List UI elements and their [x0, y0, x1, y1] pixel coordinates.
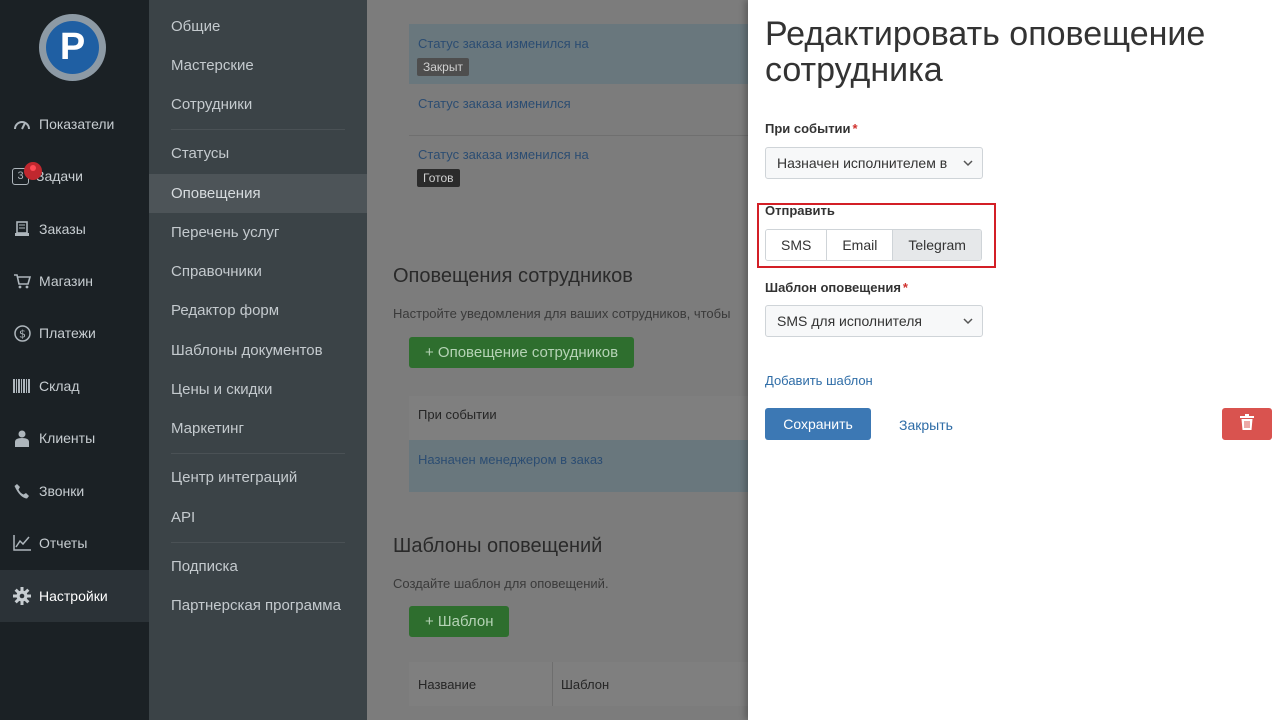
section-description: Настройте уведомления для ваших сотрудни…: [393, 306, 731, 321]
nav-label: Отчеты: [39, 535, 88, 551]
phone-icon: [12, 481, 32, 501]
required-marker: *: [852, 121, 858, 136]
table-row: Назначен менеджером в заказ: [409, 440, 748, 492]
submenu-general[interactable]: Общие: [149, 7, 367, 46]
column-header-event: При событии: [418, 407, 497, 422]
orders-icon: [12, 219, 32, 239]
settings-submenu: Общие Мастерские Сотрудники Статусы Опов…: [149, 0, 367, 720]
templates-table-header: Название Шаблон: [409, 662, 748, 706]
status-row-link[interactable]: Статус заказа изменился: [418, 96, 571, 111]
add-employee-notification-button[interactable]: + Оповещение сотрудников: [409, 337, 635, 368]
nav-calls[interactable]: Звонки: [0, 465, 149, 517]
main-content: Статус заказа изменился на Закрыт Статус…: [367, 0, 748, 720]
submenu-directories[interactable]: Справочники: [149, 252, 367, 291]
template-label: Шаблон оповещения *: [765, 280, 908, 295]
nav-shop[interactable]: Магазин: [0, 255, 149, 307]
submenu-statuses[interactable]: Статусы: [149, 134, 367, 173]
nav-tasks[interactable]: 3 Задачи: [0, 150, 149, 202]
main-sidebar: P Показатели 3 Задачи Заказы Магазин $ П…: [0, 0, 149, 720]
nav-label: Задачи: [36, 168, 84, 184]
submenu-divider: [171, 129, 345, 130]
submenu-doc-templates[interactable]: Шаблоны документов: [149, 331, 367, 370]
section-description: Создайте шаблон для оповещений.: [393, 576, 609, 591]
submenu-workshops[interactable]: Мастерские: [149, 46, 367, 85]
nav-label: Настройки: [39, 588, 108, 604]
submenu-subscription[interactable]: Подписка: [149, 547, 367, 586]
edit-notification-panel: Редактировать оповещение сотрудника При …: [748, 0, 1280, 720]
add-template-button[interactable]: + Шаблон: [409, 606, 510, 637]
nav-orders[interactable]: Заказы: [0, 203, 149, 255]
template-label-text: Шаблон оповещения: [765, 280, 901, 295]
send-channel-toggle[interactable]: SMS Email Telegram: [765, 229, 982, 261]
event-label-text: При событии: [765, 121, 851, 136]
nav-label: Заказы: [39, 221, 86, 237]
panel-title: Редактировать оповещение сотрудника: [765, 15, 1206, 89]
section-title-employee-notifications: Оповещения сотрудников: [393, 265, 633, 287]
chart-icon: [12, 533, 32, 553]
gauge-icon: [12, 114, 32, 134]
status-tag-closed: Закрыт: [417, 58, 469, 76]
table-header: При событии: [409, 396, 748, 440]
nav-label: Склад: [39, 378, 80, 394]
submenu-marketing[interactable]: Маркетинг: [149, 409, 367, 448]
template-select[interactable]: SMS для исполнителя: [765, 305, 983, 337]
chevron-down-icon: [963, 306, 973, 336]
nav-label: Клиенты: [39, 430, 96, 446]
nav-warehouse[interactable]: Склад: [0, 360, 149, 412]
column-divider: [552, 662, 553, 706]
logo-glyph: P: [59, 26, 86, 68]
send-label: Отправить: [765, 203, 835, 218]
submenu-services[interactable]: Перечень услуг: [149, 213, 367, 252]
submenu-integrations[interactable]: Центр интеграций: [149, 458, 367, 497]
submenu-prices[interactable]: Цены и скидки: [149, 370, 367, 409]
column-header-name: Название: [418, 677, 477, 692]
submenu-notifications[interactable]: Оповещения: [149, 174, 367, 213]
app-logo[interactable]: P: [39, 14, 106, 81]
nav-settings[interactable]: Настройки: [0, 570, 149, 622]
tasks-count: 3: [17, 170, 24, 182]
trash-icon: [1240, 413, 1254, 435]
channel-sms-button[interactable]: SMS: [766, 230, 828, 260]
cart-icon: [12, 271, 32, 291]
nav-dashboard[interactable]: Показатели: [0, 98, 149, 150]
channel-telegram-button[interactable]: Telegram: [893, 230, 981, 260]
save-button[interactable]: Сохранить: [765, 408, 871, 440]
column-header-template: Шаблон: [561, 677, 610, 692]
nav-label: Звонки: [39, 483, 85, 499]
nav-label: Платежи: [39, 325, 96, 341]
nav-clients[interactable]: Клиенты: [0, 412, 149, 464]
submenu-divider: [171, 453, 345, 454]
nav-label: Показатели: [39, 116, 115, 132]
add-template-link[interactable]: Добавить шаблон: [765, 373, 873, 388]
delete-button[interactable]: [1222, 408, 1272, 440]
nav-label: Магазин: [39, 273, 94, 289]
table-row-link[interactable]: Назначен менеджером в заказ: [418, 452, 603, 467]
chevron-down-icon: [963, 148, 973, 178]
submenu-employees[interactable]: Сотрудники: [149, 85, 367, 124]
submenu-divider: [171, 542, 345, 543]
gear-icon: [12, 586, 32, 606]
submenu-partner[interactable]: Партнерская программа: [149, 586, 367, 625]
nav-reports[interactable]: Отчеты: [0, 517, 149, 569]
event-select[interactable]: Назначен исполнителем в: [765, 147, 983, 179]
nav-payments[interactable]: $ Платежи: [0, 307, 149, 359]
status-tag-done: Готов: [417, 169, 460, 187]
template-select-value: SMS для исполнителя: [777, 313, 922, 329]
required-marker: *: [902, 280, 908, 295]
barcode-icon: [12, 376, 32, 396]
submenu-api[interactable]: API: [149, 498, 367, 537]
channel-email-button[interactable]: Email: [827, 230, 894, 260]
submenu-form-editor[interactable]: Редактор форм: [149, 291, 367, 330]
status-row-link[interactable]: Статус заказа изменился на: [418, 147, 589, 162]
svg-text:$: $: [19, 327, 26, 340]
row-divider: [409, 135, 748, 136]
status-row-link[interactable]: Статус заказа изменился на: [418, 36, 589, 51]
dollar-icon: $: [12, 323, 32, 343]
event-select-value: Назначен исполнителем в: [777, 155, 948, 171]
notification-dot: [24, 162, 42, 180]
user-icon: [12, 428, 32, 448]
section-title-templates: Шаблоны оповещений: [393, 535, 603, 557]
close-link[interactable]: Закрыть: [899, 417, 953, 433]
event-label: При событии *: [765, 121, 858, 136]
